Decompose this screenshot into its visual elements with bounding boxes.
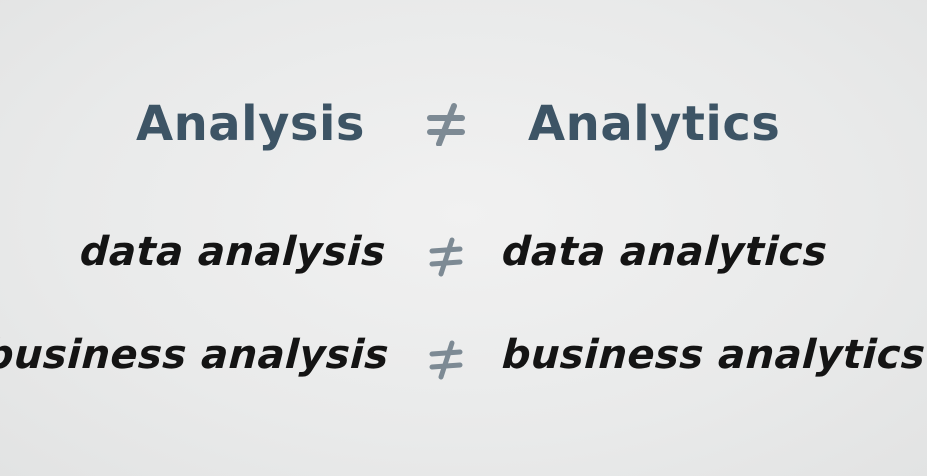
analytics-heading: Analytics: [528, 96, 781, 152]
not-equal-icon: [427, 103, 465, 146]
not-equal-icon: [429, 340, 463, 380]
business-analytics-label: business analytics: [500, 332, 927, 378]
data-analytics-label: data analytics: [500, 229, 829, 275]
title-comparison-row: Analysis Analytics: [0, 92, 927, 162]
analysis-heading: Analysis: [135, 96, 365, 152]
data-analysis-label: data analysis: [79, 229, 388, 275]
business-comparison-row: business analysis business analytics: [0, 332, 927, 391]
not-equal-icon: [429, 237, 463, 277]
data-comparison-row: data analysis data analytics: [0, 229, 927, 288]
business-analysis-label: business analysis: [0, 332, 391, 378]
